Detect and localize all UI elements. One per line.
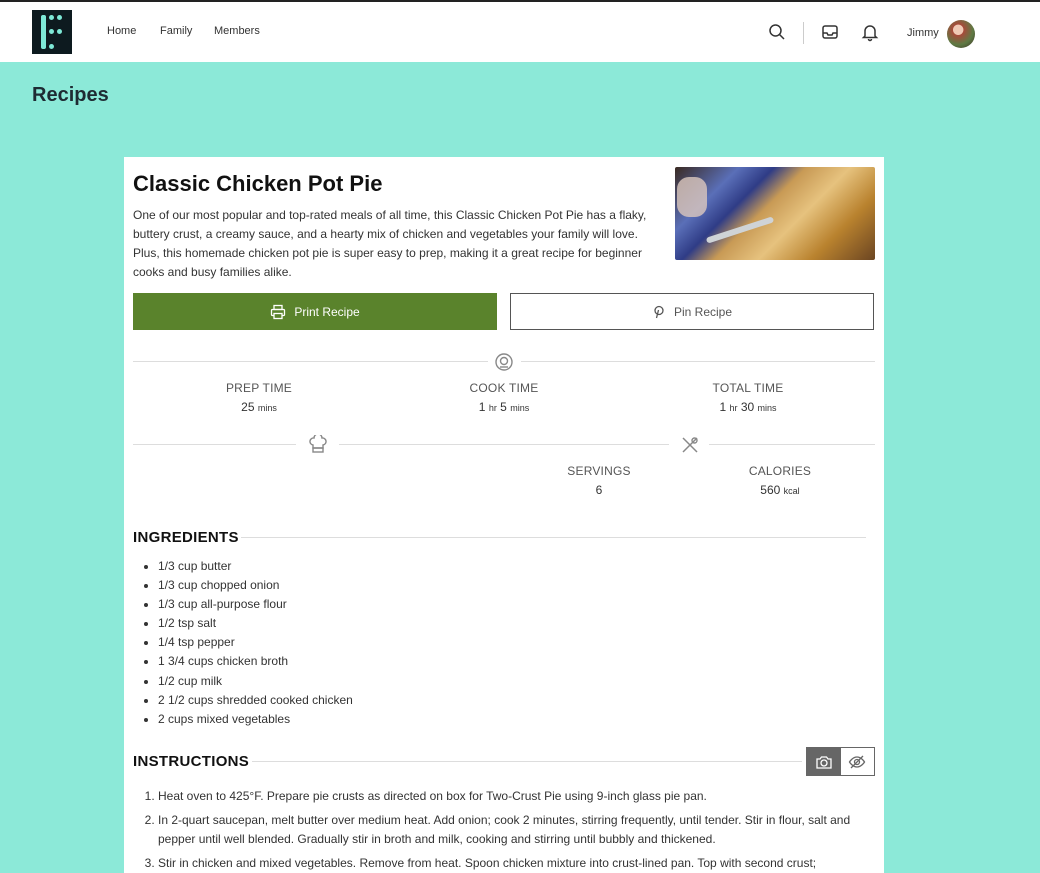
ingredients-heading: INGREDIENTS bbox=[133, 529, 239, 546]
ingredient-item: 1/4 tsp pepper bbox=[158, 633, 353, 652]
ingredient-item: 2 cups mixed vegetables bbox=[158, 710, 353, 729]
show-images-button[interactable] bbox=[807, 748, 841, 775]
cook-time-value: 1 hr 5 mins bbox=[449, 400, 559, 414]
divider bbox=[521, 361, 875, 362]
ingredient-item: 1/2 cup milk bbox=[158, 672, 353, 691]
instruction-step: Heat oven to 425°F. Prepare pie crusts a… bbox=[158, 787, 870, 806]
logo-dot bbox=[57, 15, 62, 20]
calories-label: CALORIES bbox=[748, 464, 812, 478]
bell-icon[interactable] bbox=[860, 22, 880, 42]
timer-icon bbox=[494, 352, 514, 372]
nav-divider bbox=[803, 22, 804, 44]
cook-time-minutes: 5 bbox=[500, 400, 507, 414]
image-spoon bbox=[705, 216, 775, 244]
calories-unit: kcal bbox=[783, 486, 800, 496]
inbox-icon[interactable] bbox=[820, 22, 840, 42]
ingredients-list: 1/3 cup butter 1/3 cup chopped onion 1/3… bbox=[158, 557, 353, 729]
cook-time-min-unit: mins bbox=[510, 403, 530, 413]
pin-recipe-button[interactable]: Pin Recipe bbox=[510, 293, 874, 330]
recipe-description: One of our most popular and top-rated me… bbox=[133, 208, 647, 279]
logo-dot bbox=[49, 44, 54, 49]
logo-dot bbox=[49, 29, 54, 34]
cook-time-hours: 1 bbox=[478, 400, 486, 414]
pin-recipe-label: Pin Recipe bbox=[673, 304, 733, 319]
cook-time-hr-unit: hr bbox=[488, 403, 497, 413]
ingredient-item: 1/3 cup butter bbox=[158, 557, 353, 576]
logo-dot bbox=[41, 44, 46, 49]
prep-time-value: 25 mins bbox=[204, 400, 314, 414]
divider bbox=[241, 537, 866, 538]
nav-link-family[interactable]: Family bbox=[160, 25, 192, 37]
total-time-hr-unit: hr bbox=[729, 403, 738, 413]
divider bbox=[252, 761, 802, 762]
total-time-minutes: 30 bbox=[740, 400, 755, 414]
ingredient-item: 1/2 tsp salt bbox=[158, 614, 353, 633]
cook-time-label: COOK TIME bbox=[469, 381, 539, 395]
app-logo[interactable] bbox=[32, 10, 72, 54]
total-time-hours: 1 bbox=[719, 400, 727, 414]
divider bbox=[133, 444, 296, 445]
print-recipe-button[interactable]: Print Recipe bbox=[133, 293, 497, 330]
recipe-image bbox=[675, 167, 875, 260]
servings-label: SERVINGS bbox=[567, 464, 631, 478]
prep-time-number: 25 bbox=[241, 400, 255, 414]
servings-value: 6 bbox=[595, 483, 603, 497]
camera-icon bbox=[816, 755, 832, 769]
calories-value: 560 kcal bbox=[725, 483, 835, 497]
ingredient-item: 1 3/4 cups chicken broth bbox=[158, 652, 353, 671]
calories-number: 560 bbox=[760, 483, 781, 497]
ingredient-item: 1/3 cup chopped onion bbox=[158, 576, 353, 595]
divider bbox=[133, 361, 488, 362]
utensils-icon bbox=[680, 435, 700, 455]
chef-hat-icon bbox=[308, 433, 328, 455]
recipe-card: Classic Chicken Pot Pie One of our most … bbox=[124, 157, 884, 873]
instructions-list: Heat oven to 425°F. Prepare pie crusts a… bbox=[158, 787, 870, 873]
image-cup bbox=[677, 177, 707, 217]
instruction-step: In 2-quart saucepan, melt butter over me… bbox=[158, 811, 870, 849]
prep-time-label: PREP TIME bbox=[225, 381, 293, 395]
avatar[interactable] bbox=[947, 20, 975, 48]
search-icon[interactable] bbox=[767, 22, 787, 42]
instructions-heading: INSTRUCTIONS bbox=[133, 753, 250, 770]
prep-time-unit: mins bbox=[257, 403, 277, 413]
eye-off-icon bbox=[848, 755, 866, 768]
nav-link-home[interactable]: Home bbox=[107, 25, 136, 37]
top-navbar: Home Family Members Jimmy bbox=[0, 0, 1040, 62]
logo-dot bbox=[49, 15, 54, 20]
logo-dot bbox=[41, 15, 46, 20]
divider bbox=[709, 444, 875, 445]
pinterest-icon bbox=[654, 305, 664, 318]
page-title: Recipes bbox=[32, 84, 109, 106]
ingredient-item: 2 1/2 cups shredded cooked chicken bbox=[158, 691, 353, 710]
total-time-value: 1 hr 30 mins bbox=[693, 400, 803, 414]
total-time-min-unit: mins bbox=[757, 403, 777, 413]
instruction-images-toggle bbox=[806, 747, 875, 776]
ingredient-item: 1/3 cup all-purpose flour bbox=[158, 595, 353, 614]
logo-dot bbox=[57, 29, 62, 34]
nav-link-members[interactable]: Members bbox=[214, 25, 260, 37]
instruction-step: Stir in chicken and mixed vegetables. Re… bbox=[158, 854, 870, 873]
total-time-label: TOTAL TIME bbox=[712, 381, 784, 395]
hide-images-button[interactable] bbox=[841, 748, 875, 775]
recipe-title: Classic Chicken Pot Pie bbox=[133, 171, 383, 196]
user-name[interactable]: Jimmy bbox=[907, 27, 939, 39]
printer-icon bbox=[271, 304, 286, 319]
divider bbox=[339, 444, 669, 445]
print-recipe-label: Print Recipe bbox=[294, 304, 360, 319]
